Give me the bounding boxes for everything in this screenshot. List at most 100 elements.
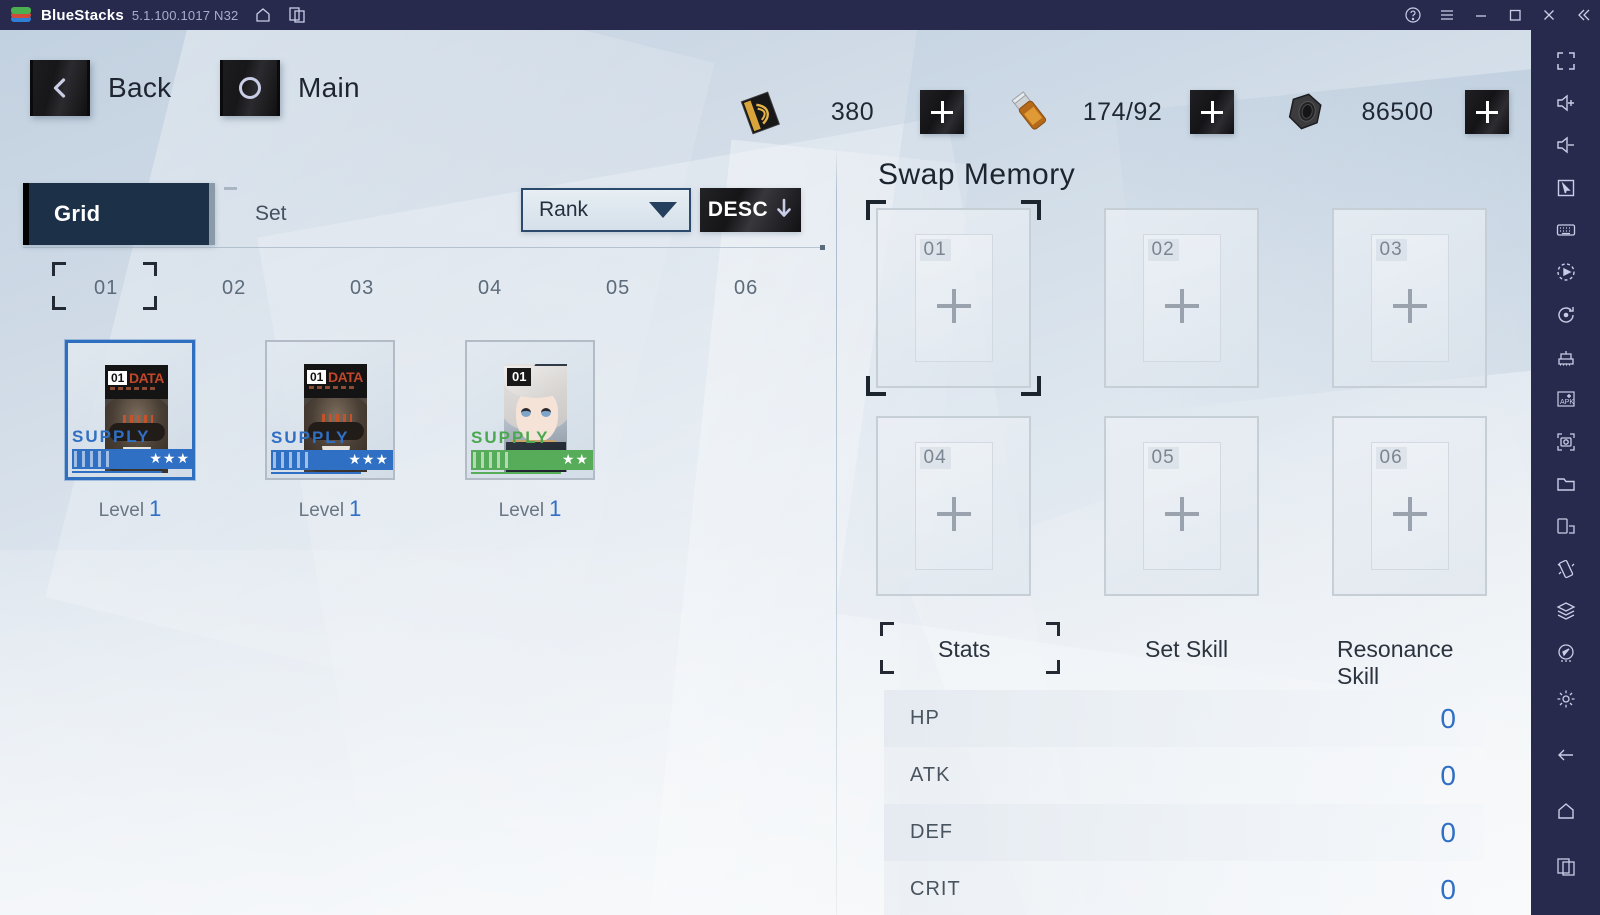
swap-slot-inner: 01 (914, 234, 993, 362)
amber-vial-icon (1005, 88, 1055, 136)
card-level-value: 1 (149, 496, 162, 521)
sort-direction-label: DESC (707, 198, 769, 221)
slot-tab-01[interactable]: 01 (94, 277, 118, 300)
hex-nut-icon (1280, 88, 1330, 136)
media-folder-icon[interactable] (1546, 467, 1586, 500)
add-currency-button[interactable] (1465, 90, 1509, 134)
shake-icon[interactable] (1546, 552, 1586, 585)
chevron-left-icon (30, 60, 90, 116)
panel-divider (836, 148, 837, 915)
plus-icon (936, 288, 971, 323)
back-button[interactable]: Back (30, 60, 171, 116)
view-mode-tabs: Grid Set (23, 183, 818, 245)
swap-slot-inner: 06 (1370, 442, 1449, 570)
app-version: 5.1.100.1017 N32 (131, 7, 239, 23)
stat-value: 0 (1440, 702, 1456, 734)
maximize-icon[interactable] (1498, 0, 1532, 30)
bluestacks-sidebar: APK (1531, 30, 1600, 915)
swap-slot-04[interactable]: 04 (876, 416, 1031, 596)
card-level: Level 1 (65, 496, 195, 522)
card-rarity-bar: ★★★ (271, 450, 393, 470)
help-icon[interactable] (1396, 0, 1430, 30)
currency-item: 174/92 (1005, 88, 1234, 136)
card-type-label: SUPPLY (471, 428, 550, 447)
swap-slot-number: 02 (1147, 239, 1179, 261)
main-button[interactable]: Main (220, 60, 360, 116)
memory-card[interactable]: 01 DATA SUPPLY ★★★ Level 1 (65, 340, 195, 522)
stat-row: HP 0 (884, 690, 1484, 747)
stats-list: HP 0 ATK 0 DEF 0 CRIT 0 (884, 690, 1484, 915)
currency-item: 86500 (1280, 88, 1509, 136)
menu-icon[interactable] (1430, 0, 1464, 30)
fullscreen-icon[interactable] (1546, 44, 1586, 77)
swap-slot-number: 01 (919, 239, 951, 261)
slot-tab-03[interactable]: 03 (350, 277, 374, 300)
swap-slot-01[interactable]: 01 (876, 208, 1031, 388)
screenshot-icon[interactable] (1546, 425, 1586, 458)
tab-stats[interactable]: Stats (938, 636, 990, 663)
stat-name: CRIT (910, 878, 961, 900)
card-stars: ★★ (561, 451, 589, 467)
tab-set-skill[interactable]: Set Skill (1145, 636, 1228, 663)
location-icon[interactable] (1546, 637, 1586, 670)
back-label: Back (108, 72, 172, 103)
card-rarity-bar: ★★ (471, 450, 593, 470)
stat-name: ATK (910, 764, 951, 786)
swap-slot-03[interactable]: 03 (1332, 208, 1487, 388)
add-currency-button[interactable] (920, 90, 964, 134)
install-apk-icon[interactable]: APK (1546, 383, 1586, 416)
layers-icon[interactable] (1546, 594, 1586, 627)
memory-card-frame[interactable]: 01 SUPPLY ★★ (465, 340, 595, 480)
multi-instance-icon[interactable] (288, 6, 306, 24)
swap-memory-title: Swap Memory (878, 158, 1076, 191)
card-level-label: Level (298, 500, 345, 521)
memory-card-frame[interactable]: 01 DATA SUPPLY ★★★ (65, 340, 195, 480)
memory-card[interactable]: 01 DATA SUPPLY ★★★ Level 1 (265, 340, 395, 522)
keyboard-icon[interactable] (1546, 213, 1586, 246)
memory-card-frame[interactable]: 01 DATA SUPPLY ★★★ (265, 340, 395, 480)
sort-field-select[interactable]: Rank (521, 188, 691, 232)
screen-split-icon[interactable] (1546, 510, 1586, 543)
sort-direction-button[interactable]: DESC (700, 188, 801, 232)
memory-card[interactable]: 01 SUPPLY ★★ Level 1 (465, 340, 595, 522)
add-currency-button[interactable] (1190, 90, 1234, 134)
slot-tab-04[interactable]: 04 (478, 277, 502, 300)
slot-tab-06[interactable]: 06 (734, 277, 758, 300)
settings-gear-icon[interactable] (1546, 679, 1586, 719)
swap-slot-number: 06 (1375, 447, 1407, 469)
tab-marker (224, 187, 237, 190)
minimize-icon[interactable] (1464, 0, 1498, 30)
android-home-icon[interactable] (1546, 791, 1586, 831)
cursor-icon[interactable] (1546, 171, 1586, 204)
slot-number-tabs: 01 02 03 04 05 06 (52, 262, 815, 310)
card-level-label: Level (498, 500, 545, 521)
home-icon[interactable] (254, 6, 272, 24)
stat-row: CRIT 0 (884, 861, 1484, 915)
card-rarity-underline (471, 472, 561, 474)
android-recents-icon[interactable] (1546, 847, 1586, 887)
card-rarity-underline (72, 471, 162, 473)
volume-down-icon[interactable] (1546, 129, 1586, 162)
tab-grid[interactable]: Grid (23, 183, 215, 245)
chevron-down-icon (649, 202, 677, 218)
tab-resonance-skill[interactable]: Resonance Skill (1337, 636, 1496, 690)
swap-slot-06[interactable]: 06 (1332, 416, 1487, 596)
slot-tab-02[interactable]: 02 (222, 277, 246, 300)
tabs-underline (23, 245, 825, 250)
plus-icon (1164, 496, 1199, 531)
collapse-icon[interactable] (1566, 0, 1600, 30)
swap-slot-inner: 02 (1142, 234, 1221, 362)
slot-tab-05[interactable]: 05 (606, 277, 630, 300)
rotate-icon[interactable] (1546, 298, 1586, 331)
macro-record-icon[interactable] (1546, 256, 1586, 289)
card-level-label: Level (98, 500, 145, 521)
swap-slot-02[interactable]: 02 (1104, 208, 1259, 388)
android-back-icon[interactable] (1546, 735, 1586, 775)
stat-row: DEF 0 (884, 804, 1484, 861)
volume-up-icon[interactable] (1546, 86, 1586, 119)
swap-slot-number: 05 (1147, 447, 1179, 469)
swap-slot-05[interactable]: 05 (1104, 416, 1259, 596)
stat-value: 0 (1440, 816, 1456, 848)
multi-instance-icon[interactable] (1546, 340, 1586, 373)
close-icon[interactable] (1532, 0, 1566, 30)
